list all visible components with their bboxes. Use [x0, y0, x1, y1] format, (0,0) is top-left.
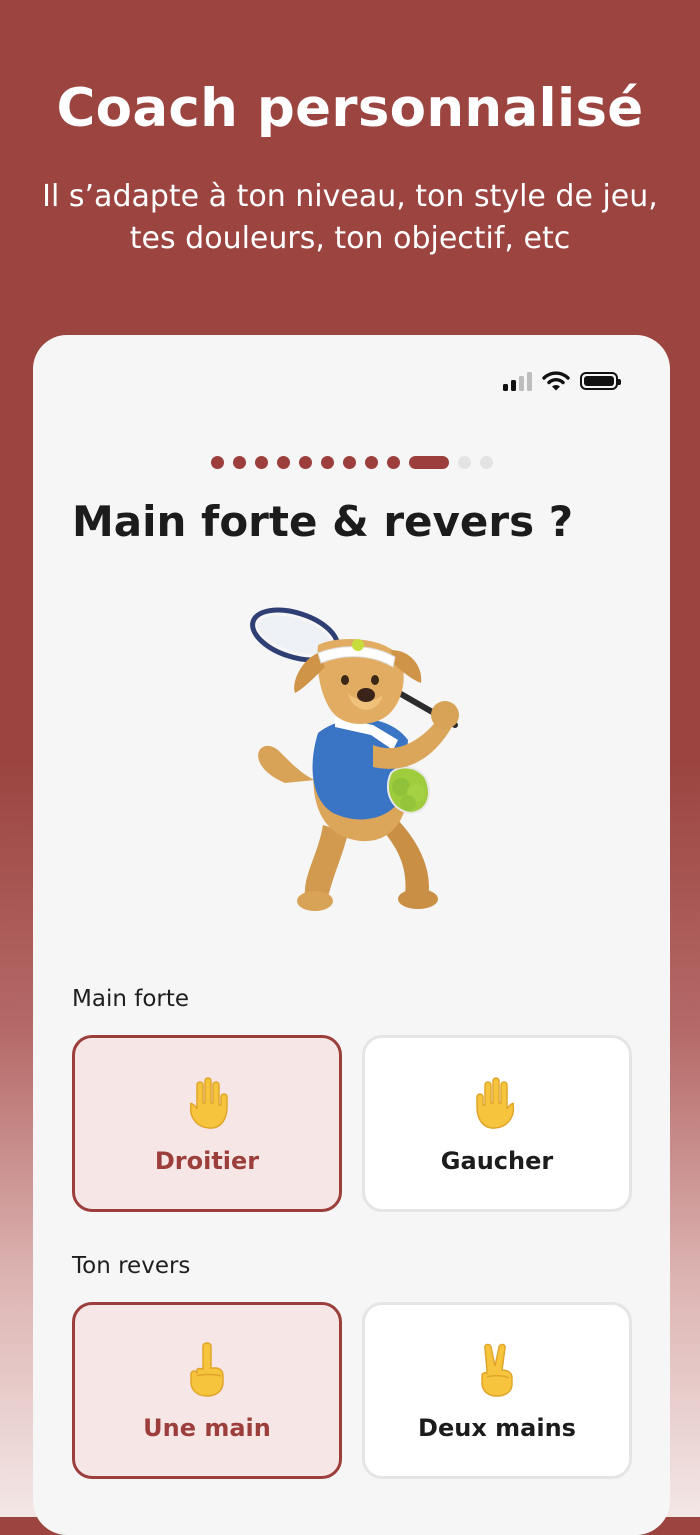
raised-hand-icon	[181, 1073, 233, 1133]
phone-screen: Main forte & revers ? Main forte Droitie…	[33, 335, 670, 1535]
question-title: Main forte & revers ?	[72, 497, 574, 546]
index-pointing-up-icon	[185, 1340, 229, 1400]
wifi-icon	[542, 371, 570, 391]
progress-dot	[457, 456, 471, 469]
cellular-signal-icon	[503, 371, 532, 391]
option-label: Droitier	[154, 1146, 260, 1175]
option-label: Deux mains	[418, 1413, 576, 1442]
dog-tennis-player-illustration	[250, 607, 459, 911]
option-droitier[interactable]: Droitier	[72, 1035, 342, 1212]
battery-icon	[580, 372, 621, 390]
progress-dot	[254, 456, 268, 469]
promo-subtitle: Il s’adapte à ton niveau, ton style de j…	[42, 179, 658, 256]
status-bar	[503, 371, 621, 391]
main-forte-label: Main forte	[72, 986, 190, 1012]
progress-dot-current	[408, 456, 449, 469]
option-une-main[interactable]: Une main	[72, 1302, 342, 1479]
progress-dot	[364, 456, 378, 469]
progress-dot	[320, 456, 334, 469]
progress-dot	[232, 456, 246, 469]
victory-hand-icon	[475, 1340, 519, 1400]
raised-hand-icon	[471, 1073, 523, 1133]
progress-indicator	[33, 456, 670, 469]
progress-dot	[276, 456, 290, 469]
progress-dot	[386, 456, 400, 469]
option-label: Gaucher	[440, 1146, 554, 1175]
option-gaucher[interactable]: Gaucher	[362, 1035, 632, 1212]
progress-dot	[342, 456, 356, 469]
progress-dot	[298, 456, 312, 469]
promo-title: Coach personnalisé	[56, 78, 644, 139]
progress-dot	[210, 456, 224, 469]
option-deux-mains[interactable]: Deux mains	[362, 1302, 632, 1479]
revers-label: Ton revers	[72, 1253, 191, 1279]
progress-dot	[479, 456, 493, 469]
option-label: Une main	[143, 1413, 271, 1442]
